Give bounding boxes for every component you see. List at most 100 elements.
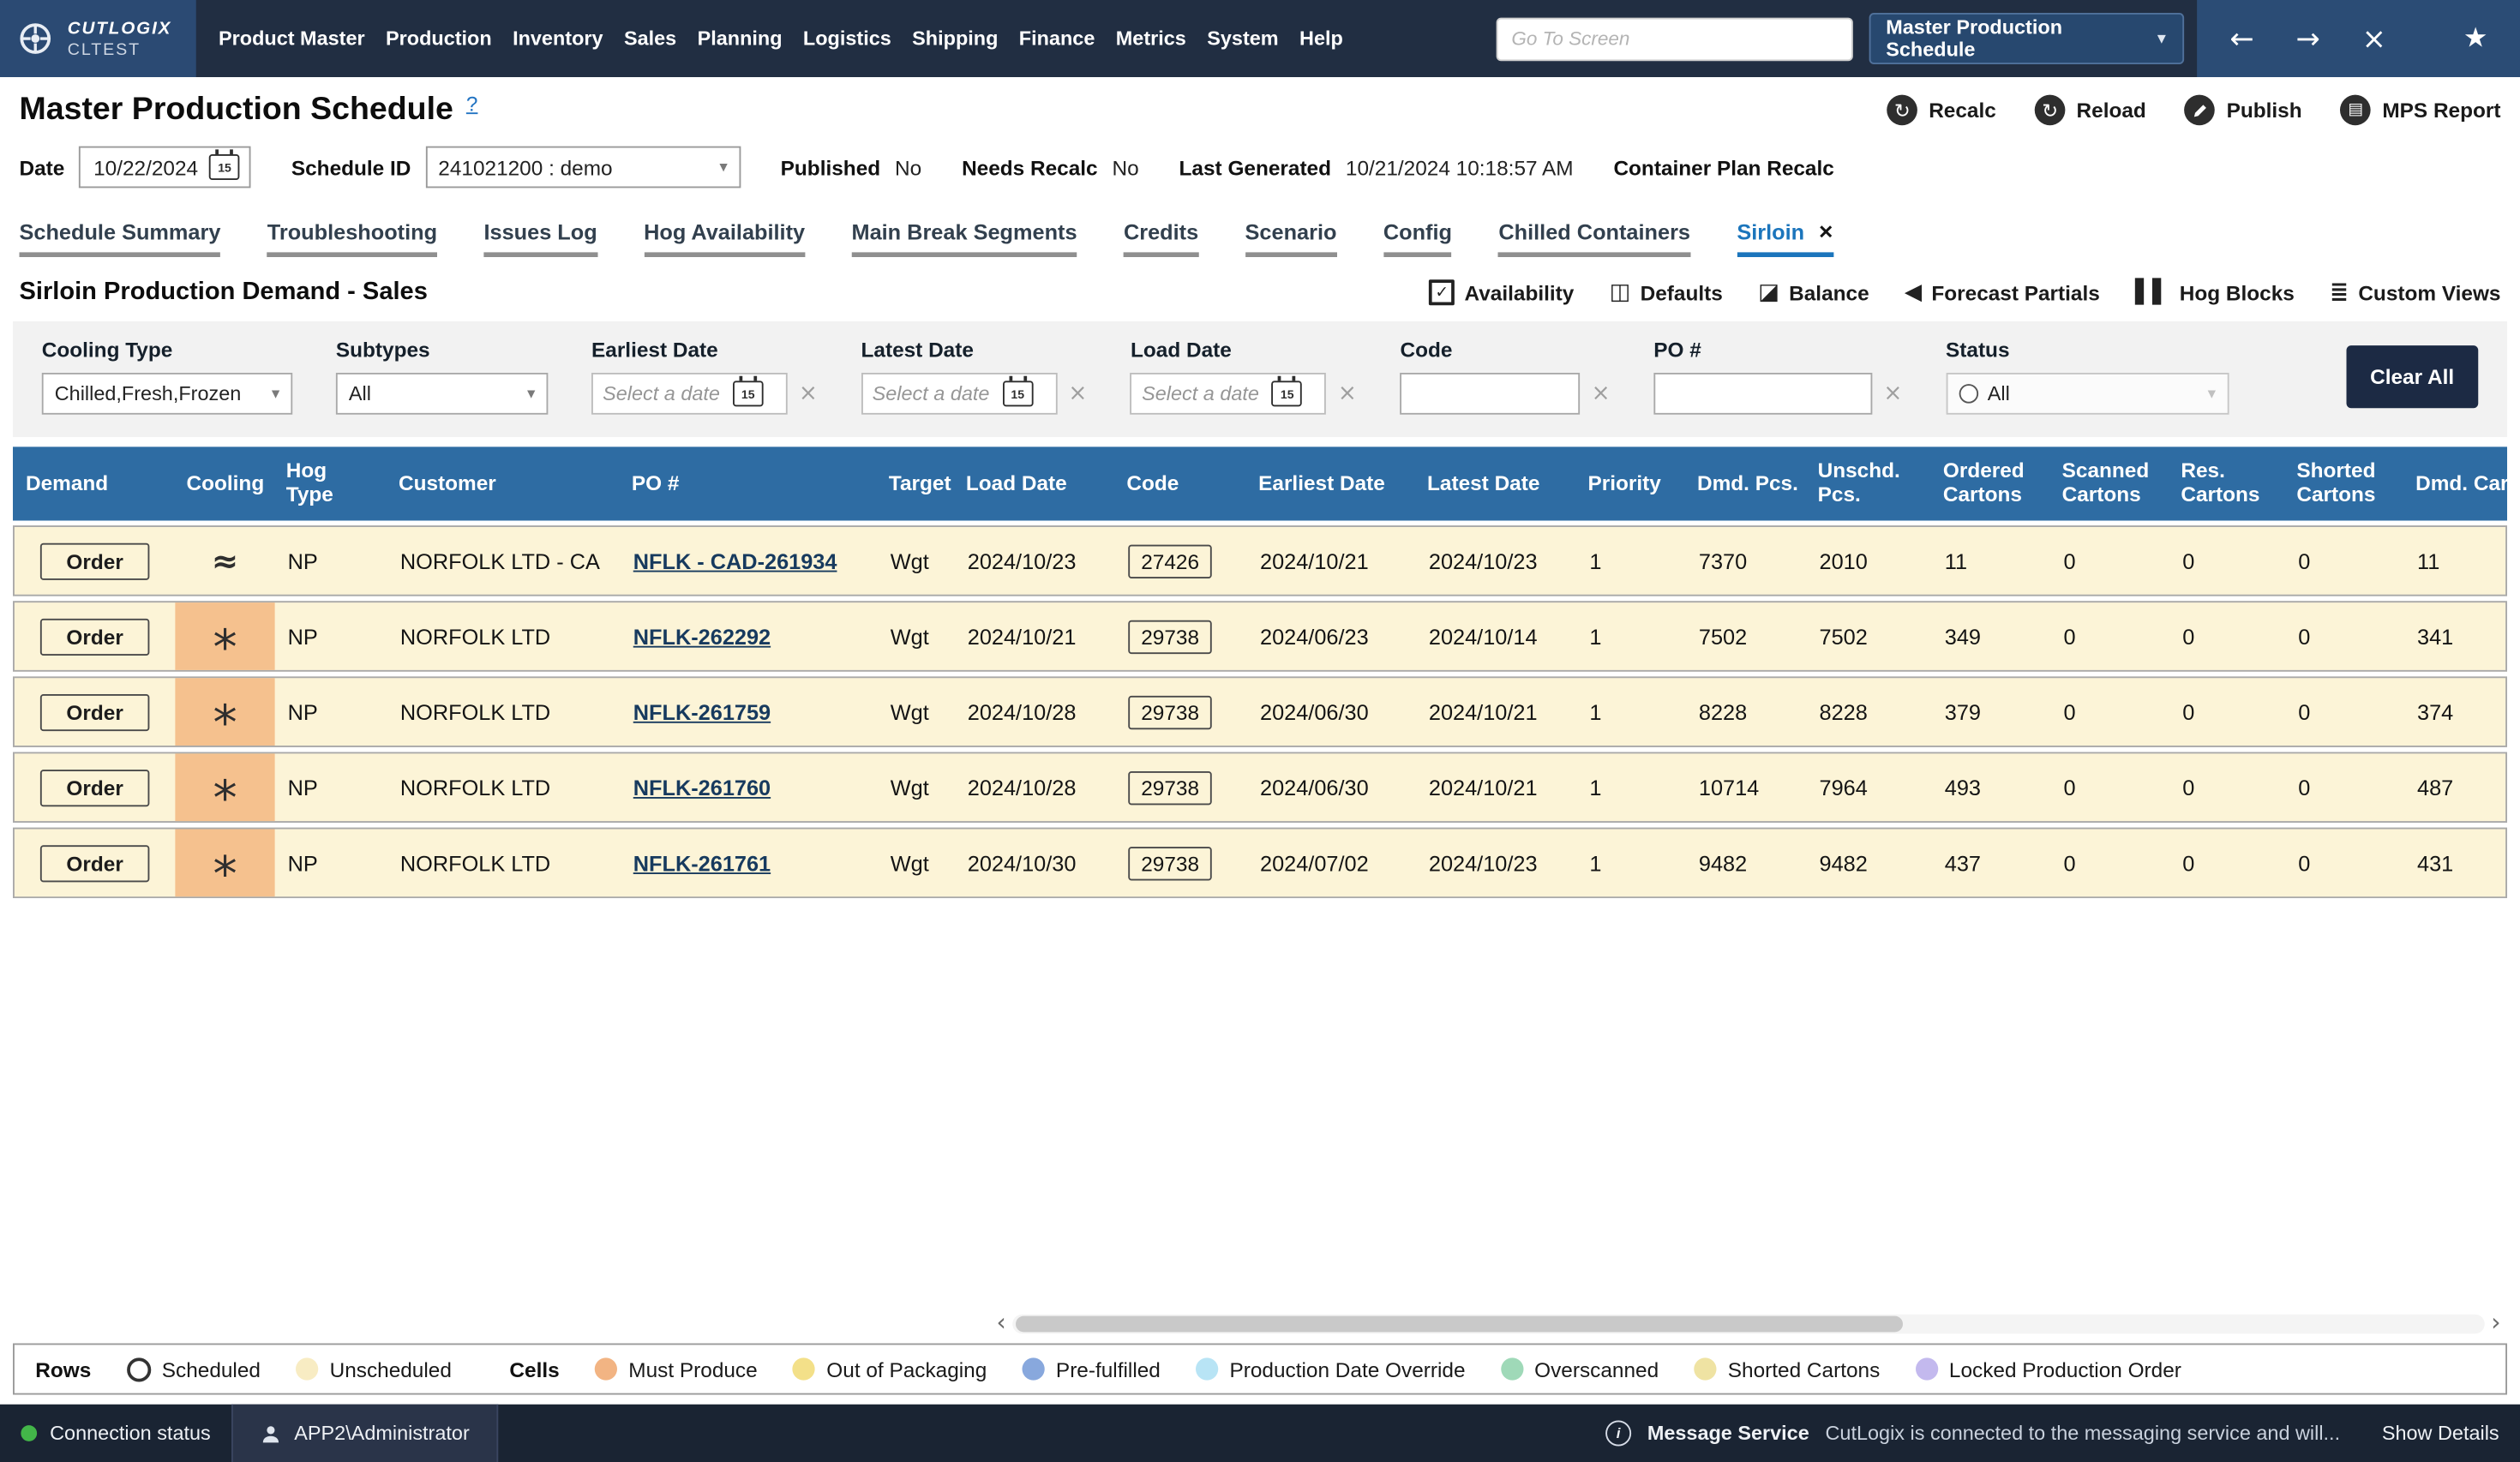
forward-arrow-icon[interactable]: → [2296, 21, 2320, 55]
order-button[interactable]: Order [40, 769, 148, 806]
subtypes-select[interactable]: All ▾ [336, 373, 549, 415]
tab-main-break-segments[interactable]: Main Break Segments [851, 220, 1077, 257]
code-field[interactable]: 29738 [1128, 846, 1212, 879]
code-field[interactable]: 29738 [1128, 770, 1212, 804]
calendar-icon[interactable]: 15 [733, 380, 764, 406]
clear-field-icon[interactable]: × [799, 380, 818, 406]
order-button[interactable]: Order [40, 618, 148, 655]
tab-config[interactable]: Config [1383, 220, 1452, 257]
col-target[interactable]: Target [876, 465, 953, 502]
col-ordered-cartons[interactable]: Ordered Cartons [1930, 453, 2049, 514]
clear-field-icon[interactable]: × [1338, 380, 1357, 406]
scrollbar-left-icon[interactable]: ‹ [990, 1311, 1012, 1335]
menu-item-logistics[interactable]: Logistics [803, 27, 891, 50]
close-screen-icon[interactable]: × [2362, 21, 2386, 55]
col-res-cartons[interactable]: Res. Cartons [2168, 453, 2283, 514]
menu-item-system[interactable]: System [1207, 27, 1278, 50]
po-number-input[interactable] [1653, 373, 1872, 415]
tab-hog-availability[interactable]: Hog Availability [644, 220, 805, 257]
calendar-icon[interactable]: 15 [209, 154, 240, 180]
app-logo[interactable]: CUTLOGIX CLTEST [0, 0, 196, 77]
po-link[interactable]: NFLK-262292 [633, 624, 771, 648]
col-dmd-pcs[interactable]: Dmd. Pcs. [1684, 465, 1805, 502]
availability-button[interactable]: ✓ Availability [1429, 279, 1574, 305]
col-load-date[interactable]: Load Date [953, 465, 1114, 502]
status-select[interactable]: All ▾ [1946, 373, 2229, 415]
load-date-input[interactable]: Select a date 15 [1131, 373, 1327, 415]
reload-button[interactable]: ↻ Reload [2035, 95, 2146, 126]
menu-item-inventory[interactable]: Inventory [513, 27, 603, 50]
code-field[interactable]: 29738 [1128, 695, 1212, 728]
order-button[interactable]: Order [40, 542, 148, 579]
col-scanned-cartons[interactable]: Scanned Cartons [2049, 453, 2169, 514]
help-link[interactable]: ? [466, 92, 478, 116]
code-input[interactable] [1401, 373, 1581, 415]
scrollbar-thumb[interactable] [1016, 1315, 1903, 1332]
hog-blocks-button[interactable]: ▌▌ Hog Blocks [2135, 280, 2295, 304]
col-priority[interactable]: Priority [1575, 465, 1685, 502]
code-field[interactable]: 27426 [1128, 544, 1212, 578]
code-field[interactable]: 29738 [1128, 620, 1212, 653]
menu-item-finance[interactable]: Finance [1019, 27, 1095, 50]
col-earliest-date[interactable]: Earliest Date [1245, 465, 1414, 502]
col-latest-date[interactable]: Latest Date [1414, 465, 1575, 502]
order-button[interactable]: Order [40, 693, 148, 730]
tab-troubleshooting[interactable]: Troubleshooting [267, 220, 437, 257]
clear-field-icon[interactable]: × [1592, 380, 1611, 406]
scrollbar-right-icon[interactable]: › [2485, 1311, 2507, 1335]
clear-field-icon[interactable]: × [1883, 380, 1902, 406]
favorite-star-icon[interactable]: ★ [2463, 22, 2488, 55]
back-arrow-icon[interactable]: ← [2230, 21, 2254, 55]
clear-all-button[interactable]: Clear All [2346, 345, 2478, 407]
menu-item-help[interactable]: Help [1299, 27, 1343, 50]
menu-item-shipping[interactable]: Shipping [912, 27, 998, 50]
screen-select-dropdown[interactable]: Master Production Schedule ▼ [1870, 13, 2186, 64]
calendar-icon[interactable]: 15 [1272, 380, 1303, 406]
menu-item-product-master[interactable]: Product Master [219, 27, 365, 50]
tab-close-icon[interactable]: × [1819, 220, 1833, 244]
col-dmd-cartons[interactable]: Dmd. Cartons [2403, 465, 2507, 502]
date-input[interactable]: 10/22/2024 15 [79, 147, 251, 189]
mps-report-button[interactable]: ▤ MPS Report [2341, 95, 2501, 126]
col-shorted-cartons[interactable]: Shorted Cartons [2283, 453, 2403, 514]
po-link[interactable]: NFLK-261759 [633, 700, 771, 724]
tab-schedule-summary[interactable]: Schedule Summary [20, 220, 221, 257]
forecast-partials-button[interactable]: ◀ Forecast Partials [1905, 280, 2100, 304]
po-link[interactable]: NFLK-261760 [633, 776, 771, 800]
current-user[interactable]: APP2\Administrator [231, 1405, 498, 1462]
go-to-screen-input[interactable] [1497, 17, 1854, 61]
col-cooling[interactable]: Cooling [174, 465, 273, 502]
scrollbar-track[interactable] [1012, 1314, 2485, 1333]
latest-date-input[interactable]: Select a date 15 [861, 373, 1058, 415]
earliest-date-input[interactable]: Select a date 15 [591, 373, 788, 415]
col-customer[interactable]: Customer [386, 465, 619, 502]
po-link[interactable]: NFLK - CAD-261934 [633, 548, 837, 572]
order-button[interactable]: Order [40, 844, 148, 881]
balance-button[interactable]: ◪ Balance [1758, 280, 1869, 304]
po-link[interactable]: NFLK-261761 [633, 851, 771, 875]
show-details-link[interactable]: Show Details [2382, 1422, 2499, 1444]
schedule-id-select[interactable]: 241021200 : demo ▾ [425, 147, 741, 189]
publish-button[interactable]: Publish [2185, 95, 2302, 126]
defaults-button[interactable]: ◫ Defaults [1610, 280, 1723, 304]
col-po[interactable]: PO # [619, 465, 876, 502]
tab-sirloin[interactable]: Sirloin × [1737, 220, 1833, 257]
cooling-type-select[interactable]: Chilled,Fresh,Frozen ▾ [42, 373, 293, 415]
clear-field-icon[interactable]: × [1068, 380, 1087, 406]
tab-issues-log[interactable]: Issues Log [483, 220, 597, 257]
menu-item-sales[interactable]: Sales [624, 27, 676, 50]
col-demand[interactable]: Demand [13, 465, 174, 502]
col-code[interactable]: Code [1113, 465, 1245, 502]
menu-item-metrics[interactable]: Metrics [1116, 27, 1186, 50]
last-generated-value: 10/21/2024 10:18:57 AM [1346, 155, 1574, 179]
tab-chilled-containers[interactable]: Chilled Containers [1498, 220, 1690, 257]
tab-scenario[interactable]: Scenario [1245, 220, 1337, 257]
custom-views-button[interactable]: ≣ Custom Views [2330, 280, 2500, 304]
col-hog-type[interactable]: Hog Type [273, 453, 386, 514]
col-unschd-pcs[interactable]: Unschd. Pcs. [1805, 453, 1930, 514]
menu-item-planning[interactable]: Planning [698, 27, 783, 50]
tab-credits[interactable]: Credits [1124, 220, 1198, 257]
menu-item-production[interactable]: Production [386, 27, 492, 50]
recalc-button[interactable]: ↻ Recalc [1887, 95, 1995, 126]
calendar-icon[interactable]: 15 [1002, 380, 1033, 406]
